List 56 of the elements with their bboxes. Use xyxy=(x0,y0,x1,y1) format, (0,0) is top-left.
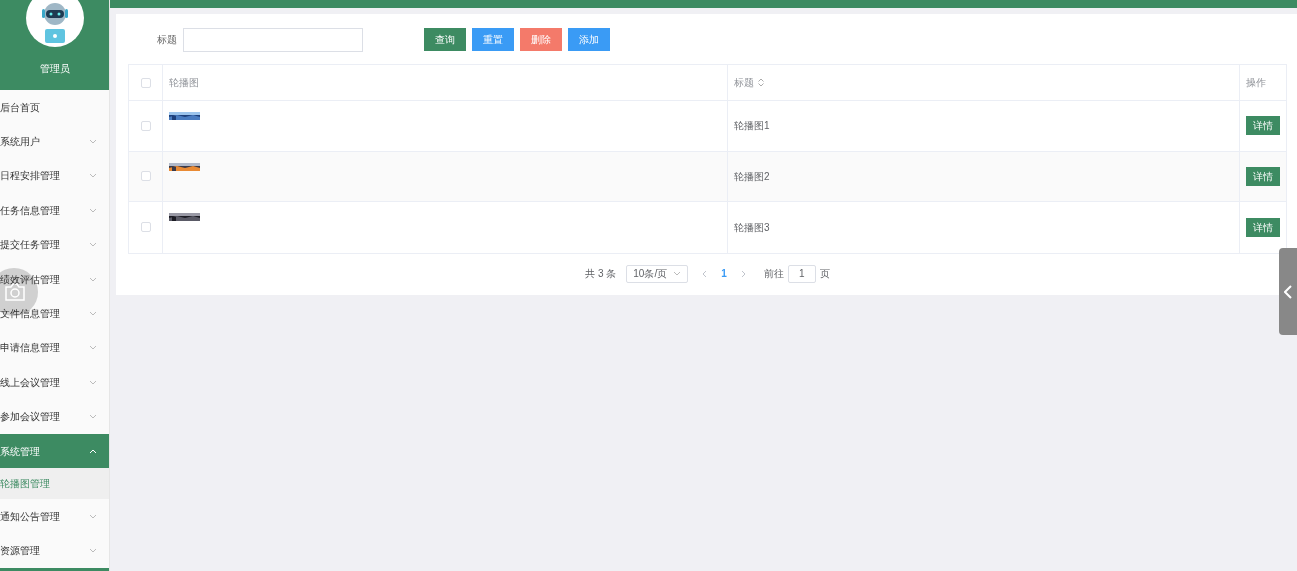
checkbox[interactable] xyxy=(140,171,151,182)
chevron-down-icon xyxy=(89,379,97,385)
checkbox[interactable] xyxy=(140,77,151,88)
sort-icon[interactable] xyxy=(758,78,764,87)
menu-item[interactable]: 系统用户 xyxy=(0,124,109,159)
query-button[interactable]: 查询 xyxy=(424,28,466,51)
detail-button[interactable]: 详情 xyxy=(1246,116,1280,136)
title-input-field[interactable] xyxy=(183,27,363,52)
chevron-down-icon xyxy=(89,207,97,213)
page-input-field[interactable]: 1 xyxy=(787,264,816,283)
prev-page-icon[interactable] xyxy=(702,269,708,278)
chevron-down-icon xyxy=(89,548,97,554)
table-cell-text: 轮播图1 xyxy=(734,119,770,134)
menu-item[interactable]: 文件信息管理 xyxy=(0,296,109,331)
menu-item[interactable]: 绩效评估管理 xyxy=(0,261,109,297)
column-header: 标题 xyxy=(734,76,754,90)
menu-item[interactable]: 申请信息管理 xyxy=(0,330,109,366)
menu-item[interactable]: 通知公告管理 xyxy=(0,499,109,534)
chevron-down-icon xyxy=(89,345,97,351)
chevron-down-icon xyxy=(89,276,97,282)
collapse-tab[interactable] xyxy=(1279,248,1297,335)
chevron-left-icon xyxy=(1284,284,1292,299)
column-header: 操作 xyxy=(1246,76,1266,90)
detail-button[interactable]: 详情 xyxy=(1246,166,1280,186)
camera-icon xyxy=(4,283,26,301)
user-name: 管理员 xyxy=(39,62,70,76)
page-size-select[interactable]: 10条/页 xyxy=(626,264,689,283)
menu-item[interactable]: 提交任务管理 xyxy=(0,227,109,262)
chevron-down-icon xyxy=(89,139,97,144)
chevron-up-icon xyxy=(89,448,97,454)
next-page-icon[interactable] xyxy=(740,269,746,278)
chevron-down-icon xyxy=(89,414,97,420)
robot-avatar-icon xyxy=(24,0,85,48)
submenu-item[interactable]: 轮播图管理 xyxy=(0,468,109,500)
search-label: 标题 xyxy=(157,33,177,47)
page-suffix: 页 xyxy=(819,267,830,281)
chevron-down-icon xyxy=(89,310,97,316)
menu-item[interactable]: 系统管理 xyxy=(0,433,109,469)
total-count: 共 3 条 xyxy=(585,267,617,281)
menu-item[interactable]: 后台首页 xyxy=(0,89,109,125)
column-header: 轮播图 xyxy=(169,76,199,90)
table-cell-text: 轮播图3 xyxy=(734,220,770,235)
menu-item[interactable]: 参加会议管理 xyxy=(0,399,109,434)
checkbox[interactable] xyxy=(140,120,151,131)
menu-item[interactable]: 资源管理 xyxy=(0,533,109,568)
menu-item[interactable]: 日程安排管理 xyxy=(0,158,109,194)
menu-item[interactable]: 任务信息管理 xyxy=(0,193,109,228)
checkbox[interactable] xyxy=(140,222,151,233)
detail-button[interactable]: 详情 xyxy=(1246,217,1280,237)
chevron-down-icon xyxy=(89,513,97,519)
chevron-down-icon xyxy=(89,173,97,179)
goto-label: 前往 xyxy=(763,267,784,281)
table-cell-text: 轮播图2 xyxy=(734,169,770,184)
menu-item[interactable]: 线上会议管理 xyxy=(0,365,109,400)
chevron-down-icon xyxy=(673,271,682,276)
chevron-down-icon xyxy=(89,242,97,248)
